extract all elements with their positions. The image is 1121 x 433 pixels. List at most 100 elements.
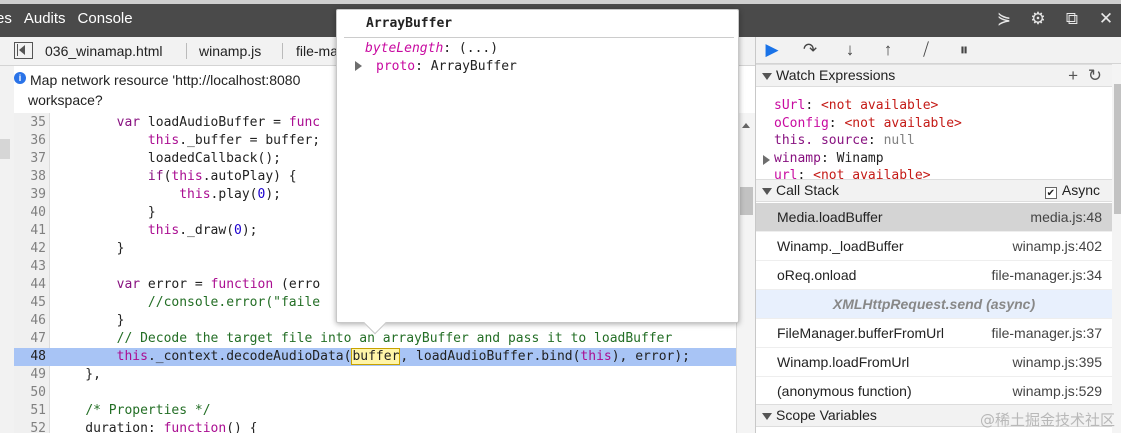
- tab-audits[interactable]: Audits: [24, 10, 66, 27]
- line-number[interactable]: 44: [14, 276, 46, 294]
- refresh-icon[interactable]: ↻: [1088, 65, 1102, 86]
- watch-list: sUrl: <not available> oConfig: <not avail…: [756, 96, 1112, 183]
- tab-036-winamap[interactable]: 036_winamap.html: [45, 43, 163, 59]
- expand-triangle-icon[interactable]: [763, 154, 770, 165]
- frame-location[interactable]: winamp.js:529: [1013, 377, 1103, 406]
- step-into-icon[interactable]: ↓: [840, 40, 860, 60]
- close-icon[interactable]: ✕: [1095, 9, 1117, 29]
- section-title: Scope Variables: [776, 407, 877, 423]
- scroll-up-icon[interactable]: [742, 123, 750, 128]
- tab-sources[interactable]: es: [0, 10, 12, 27]
- watch-expression[interactable]: oConfig: <not available>: [774, 116, 962, 131]
- code-text[interactable]: var loadAudioBuffer = func: [54, 114, 321, 132]
- code-line[interactable]: 51 /* Properties */: [14, 402, 736, 420]
- code-text[interactable]: /* Properties */: [54, 402, 210, 420]
- collapse-caret-icon[interactable]: [762, 73, 772, 80]
- code-line[interactable]: 50: [14, 384, 736, 402]
- code-text[interactable]: //console.error("faile: [54, 294, 320, 312]
- call-frame[interactable]: oReq.onload file-manager.js:34: [756, 261, 1112, 290]
- code-text[interactable]: this._draw(0);: [54, 222, 258, 240]
- code-text[interactable]: this.play(0);: [54, 186, 281, 204]
- watch-expression[interactable]: this. source: null: [774, 133, 915, 148]
- line-number[interactable]: 40: [14, 204, 46, 222]
- line-number[interactable]: 49: [14, 366, 46, 384]
- popover-title: ArrayBuffer: [366, 16, 453, 31]
- frame-function: Winamp._loadBuffer: [777, 238, 904, 254]
- line-number[interactable]: 41: [14, 222, 46, 240]
- watch-key: sUrl: [774, 98, 806, 113]
- code-line[interactable]: 52 duration: function() {: [14, 420, 736, 433]
- pause-on-exceptions-icon[interactable]: ⏸: [954, 40, 974, 60]
- sidebar-scrollbar[interactable]: [1112, 64, 1121, 433]
- call-stack-header[interactable]: Call Stack ✔ Async: [756, 179, 1112, 202]
- step-out-icon[interactable]: ↑: [878, 40, 898, 60]
- step-over-icon[interactable]: ↷: [800, 40, 820, 60]
- code-text[interactable]: duration: function() {: [54, 420, 257, 433]
- code-text[interactable]: }: [54, 204, 156, 222]
- expand-triangle-icon[interactable]: [355, 61, 362, 71]
- code-line[interactable]: 48 this._context.decodeAudioData(buffer,…: [14, 348, 736, 366]
- code-text[interactable]: // Decode the target file into an arrayB…: [54, 330, 673, 348]
- watch-key: winamp: [774, 150, 821, 166]
- call-frame[interactable]: FileManager.bufferFromUrl file-manager.js…: [756, 319, 1112, 348]
- frame-location[interactable]: winamp.js:402: [1013, 232, 1103, 261]
- console-toggle-icon[interactable]: ⋟: [993, 9, 1015, 29]
- dock-icon[interactable]: ⧉: [1061, 9, 1083, 29]
- tab-file-manager[interactable]: file-ma: [296, 43, 338, 59]
- code-text[interactable]: this._context.decodeAudioData(buffer, lo…: [54, 348, 690, 366]
- frame-function: oReq.onload: [777, 267, 857, 283]
- resume-icon[interactable]: ▶: [762, 40, 782, 60]
- code-text[interactable]: },: [54, 366, 101, 384]
- line-number[interactable]: 52: [14, 420, 46, 433]
- call-frame[interactable]: Winamp._loadBuffer winamp.js:402: [756, 232, 1112, 261]
- line-number[interactable]: 36: [14, 132, 46, 150]
- tab-console[interactable]: Console: [78, 10, 133, 27]
- code-line[interactable]: 49 },: [14, 366, 736, 384]
- line-number[interactable]: 39: [14, 186, 46, 204]
- section-title: Watch Expressions: [776, 67, 896, 83]
- frame-location[interactable]: winamp.js:395: [1013, 348, 1103, 377]
- deactivate-breakpoints-icon[interactable]: ⧸: [916, 40, 936, 60]
- frame-location[interactable]: file-manager.js:34: [991, 261, 1102, 290]
- check-icon[interactable]: ✔: [1044, 187, 1057, 199]
- watch-expression[interactable]: winamp: Winamp: [774, 151, 884, 166]
- line-number[interactable]: 51: [14, 402, 46, 420]
- line-number[interactable]: 47: [14, 330, 46, 348]
- sidebar-toggle-icon[interactable]: [14, 42, 33, 59]
- frame-location[interactable]: file-manager.js:37: [991, 319, 1102, 348]
- collapse-caret-icon[interactable]: [762, 188, 772, 195]
- code-text[interactable]: var error = function (erro: [54, 276, 321, 294]
- scroll-thumb[interactable]: [1114, 84, 1121, 214]
- code-text[interactable]: if(this.autoPlay) {: [54, 168, 297, 186]
- call-frame[interactable]: Winamp.loadFromUrl winamp.js:395: [756, 348, 1112, 377]
- frame-location[interactable]: media.js:48: [1030, 203, 1102, 232]
- line-number[interactable]: 35: [14, 114, 46, 132]
- code-text[interactable]: loadedCallback();: [54, 150, 281, 168]
- call-frame[interactable]: Media.loadBuffer media.js:48: [756, 203, 1112, 232]
- line-number[interactable]: 45: [14, 294, 46, 312]
- line-number[interactable]: 48: [14, 348, 46, 366]
- popover-prop-proto[interactable]: proto: ArrayBuffer: [355, 59, 517, 74]
- line-number[interactable]: 38: [14, 168, 46, 186]
- line-number[interactable]: 46: [14, 312, 46, 330]
- add-icon[interactable]: +: [1068, 65, 1078, 86]
- watch-expression[interactable]: sUrl: <not available>: [774, 98, 938, 113]
- watermark: @稀土掘金技术社区: [979, 411, 1115, 429]
- call-frame[interactable]: (anonymous function) winamp.js:529: [756, 377, 1112, 406]
- async-checkbox[interactable]: ✔ Async: [1044, 180, 1100, 201]
- scroll-thumb[interactable]: [740, 187, 753, 215]
- line-number[interactable]: 43: [14, 258, 46, 276]
- code-text[interactable]: this._buffer = buffer;: [54, 132, 320, 150]
- collapse-caret-icon[interactable]: [762, 413, 772, 420]
- watch-value: <not available>: [820, 98, 939, 113]
- panel-tabs: es Audits Console: [0, 10, 133, 27]
- line-number[interactable]: 37: [14, 150, 46, 168]
- async-separator: XMLHttpRequest.send (async): [756, 290, 1112, 319]
- line-number[interactable]: 42: [14, 240, 46, 258]
- code-text[interactable]: }: [54, 312, 125, 330]
- watch-expressions-header[interactable]: Watch Expressions + ↻: [756, 64, 1112, 87]
- code-text[interactable]: }: [54, 240, 125, 258]
- gear-icon[interactable]: ⚙: [1027, 9, 1049, 29]
- line-number[interactable]: 50: [14, 384, 46, 402]
- tab-winamp-js[interactable]: winamp.js: [199, 43, 261, 59]
